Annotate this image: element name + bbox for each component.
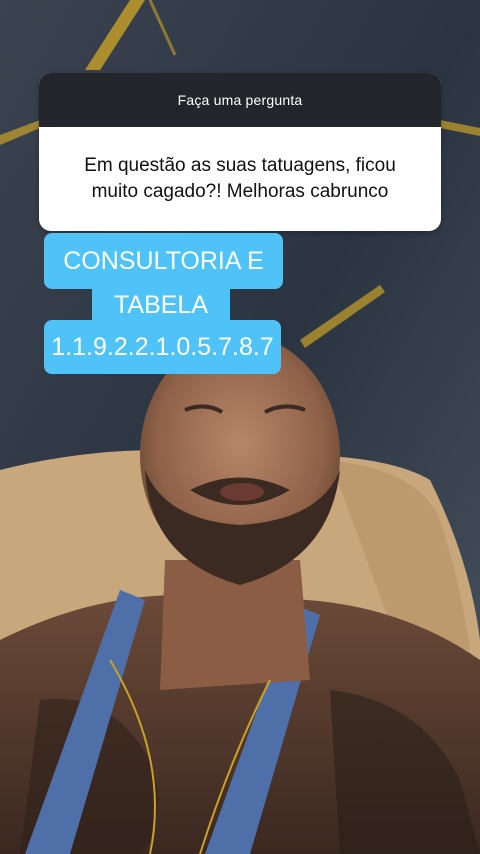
question-sticker-header: Faça uma pergunta: [39, 73, 441, 127]
caption-line-3: 1.1.9.2.2.1.0.5.7.8.7: [44, 320, 281, 374]
question-text-line-2: muito cagado?! Melhoras cabrunco: [91, 181, 389, 202]
question-text-line-1: Em questão as suas tatuagens, ficou: [84, 155, 396, 177]
caption-line-1: CONSULTORIA E: [44, 233, 283, 289]
question-sticker[interactable]: Faça uma pergunta Em questão as suas tat…: [39, 73, 441, 231]
question-sticker-body: Em questão as suas tatuagens, ficou muit…: [39, 127, 441, 231]
